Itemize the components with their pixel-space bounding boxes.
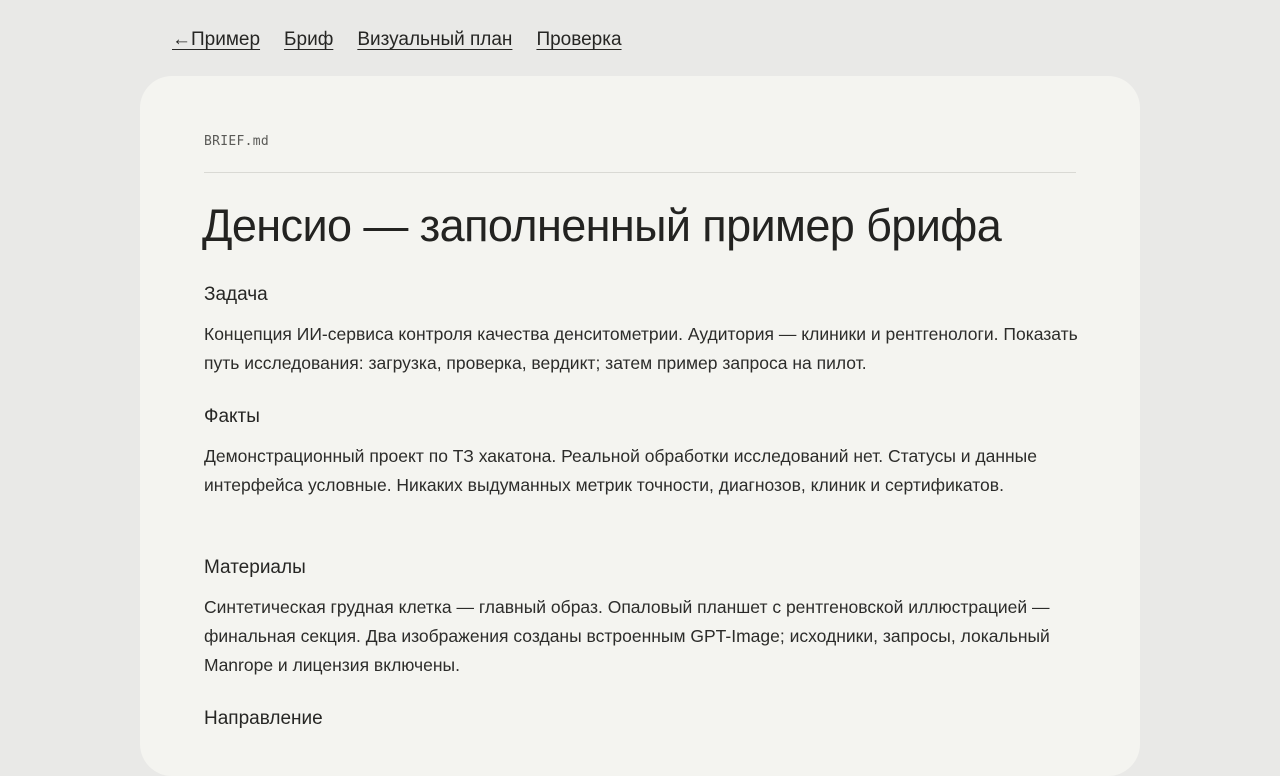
section-heading: Задача [204,284,268,305]
header-divider [204,172,1076,173]
section-text: Демонстрационный проект по ТЗ хакатона. … [204,446,1037,495]
section-facts: Факты Демонстрационный проект по ТЗ хака… [204,404,1084,500]
section-direction: Направление [204,706,1084,744]
check-link[interactable]: Проверка [536,29,621,51]
section-text: Синтетическая грудная клетка — главный о… [204,597,1050,675]
section-heading: Факты [204,406,260,427]
arrow-left-icon: ← [172,29,191,50]
section-text: Концепция ИИ-сервиса контроля качества д… [204,324,1078,373]
back-link-label: Пример [191,29,261,50]
visual-plan-link[interactable]: Визуальный план [357,29,512,51]
file-name-label: BRIEF.md [204,134,270,149]
page-title: Денсио — заполненный пример брифа [202,200,1002,251]
brief-document-card: BRIEF.md Денсио — заполненный пример бри… [140,76,1140,776]
section-heading: Направление [204,708,323,729]
section-task: Задача Концепция ИИ-сервиса контроля кач… [204,282,1084,378]
section-heading: Материалы [204,557,306,578]
top-navigation: ←Пример Бриф Визуальный план Проверка [172,26,646,54]
brief-link[interactable]: Бриф [284,29,333,51]
back-to-example-link[interactable]: ←Пример [172,29,260,51]
section-materials: Материалы Синтетическая грудная клетка —… [204,555,1084,680]
